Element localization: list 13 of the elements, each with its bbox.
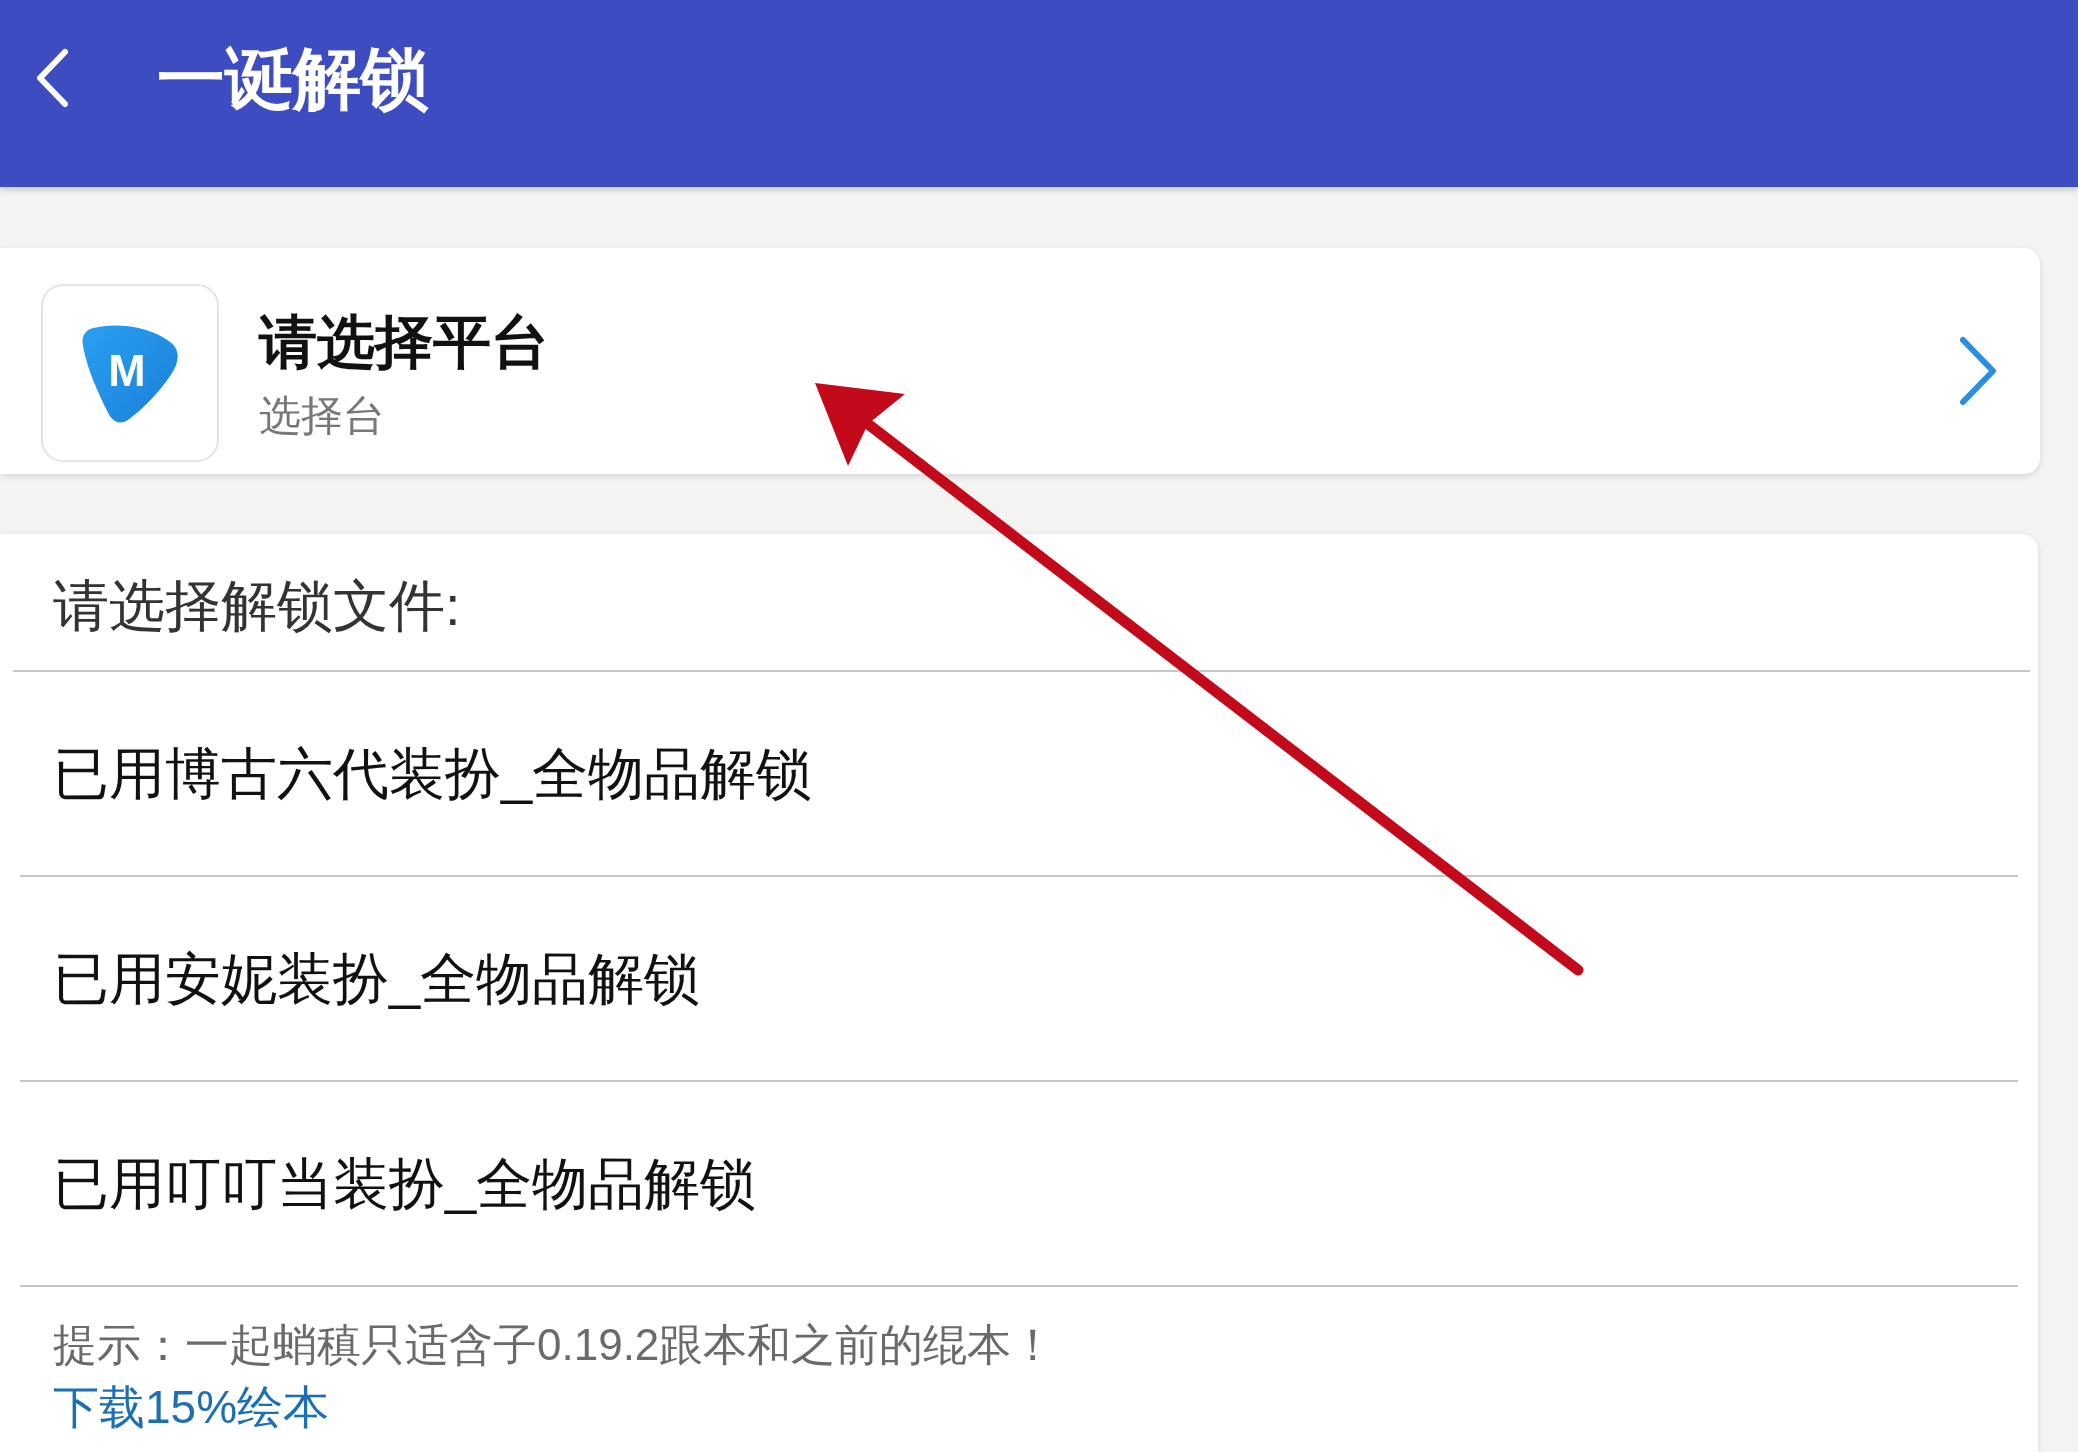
- file-item[interactable]: 已用博古六代装扮_全物品解锁: [20, 672, 2018, 877]
- chevron-right-icon: [1958, 336, 1998, 406]
- file-item[interactable]: 已用安妮装扮_全物品解锁: [20, 877, 2018, 1082]
- platform-card[interactable]: M 请选择平台 选择台: [0, 248, 2040, 474]
- back-icon[interactable]: [35, 48, 69, 108]
- file-item[interactable]: 已用叮叮当装扮_全物品解锁: [20, 1082, 2018, 1287]
- app-logo-icon: M: [41, 284, 219, 462]
- platform-title: 请选择平台: [259, 308, 549, 376]
- hint-text: 提示：一起蛸稹只适含子0.19.2跟本和之前的绲本！: [53, 1319, 1056, 1371]
- platform-subtitle: 选择台: [259, 391, 385, 441]
- page-title: 一诞解锁: [157, 39, 429, 118]
- list-heading: 请选择解锁文件:: [53, 573, 461, 639]
- download-link[interactable]: 下载15%绘本: [53, 1379, 330, 1435]
